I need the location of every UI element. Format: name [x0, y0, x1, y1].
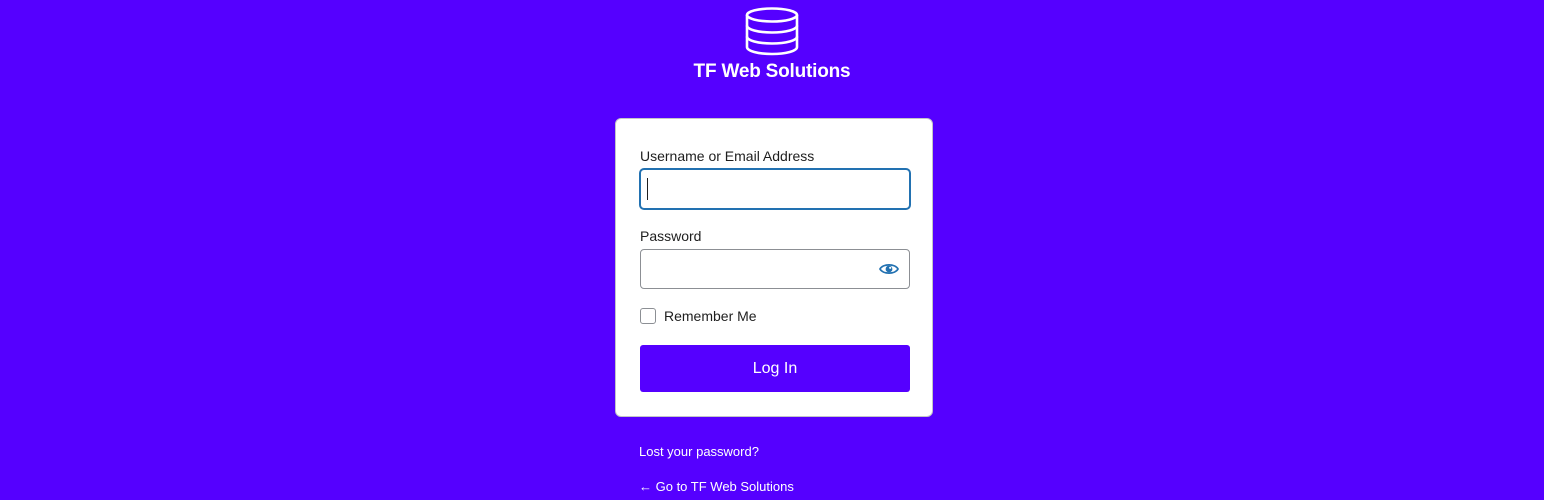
eye-icon[interactable]	[879, 261, 899, 277]
site-name: TF Web Solutions	[693, 61, 851, 82]
username-label: Username or Email Address	[640, 148, 815, 164]
site-logo[interactable]: TF Web Solutions	[0, 6, 1544, 82]
remember-me-label[interactable]: Remember Me	[664, 307, 757, 325]
login-page: TF Web Solutions Username or Email Addre…	[0, 0, 1544, 500]
lost-password-link[interactable]: Lost your password?	[639, 444, 759, 460]
remember-me-checkbox[interactable]	[640, 308, 656, 324]
back-to-site-link[interactable]: ← Go to TF Web Solutions	[639, 479, 794, 495]
text-caret	[647, 178, 648, 200]
database-icon	[745, 7, 799, 56]
login-button[interactable]: Log In	[640, 345, 910, 392]
username-input[interactable]	[640, 169, 910, 209]
password-input[interactable]	[640, 249, 910, 289]
login-form: Username or Email Address Password Remem…	[615, 118, 933, 417]
remember-me: Remember Me	[640, 307, 757, 325]
password-label: Password	[640, 228, 702, 244]
